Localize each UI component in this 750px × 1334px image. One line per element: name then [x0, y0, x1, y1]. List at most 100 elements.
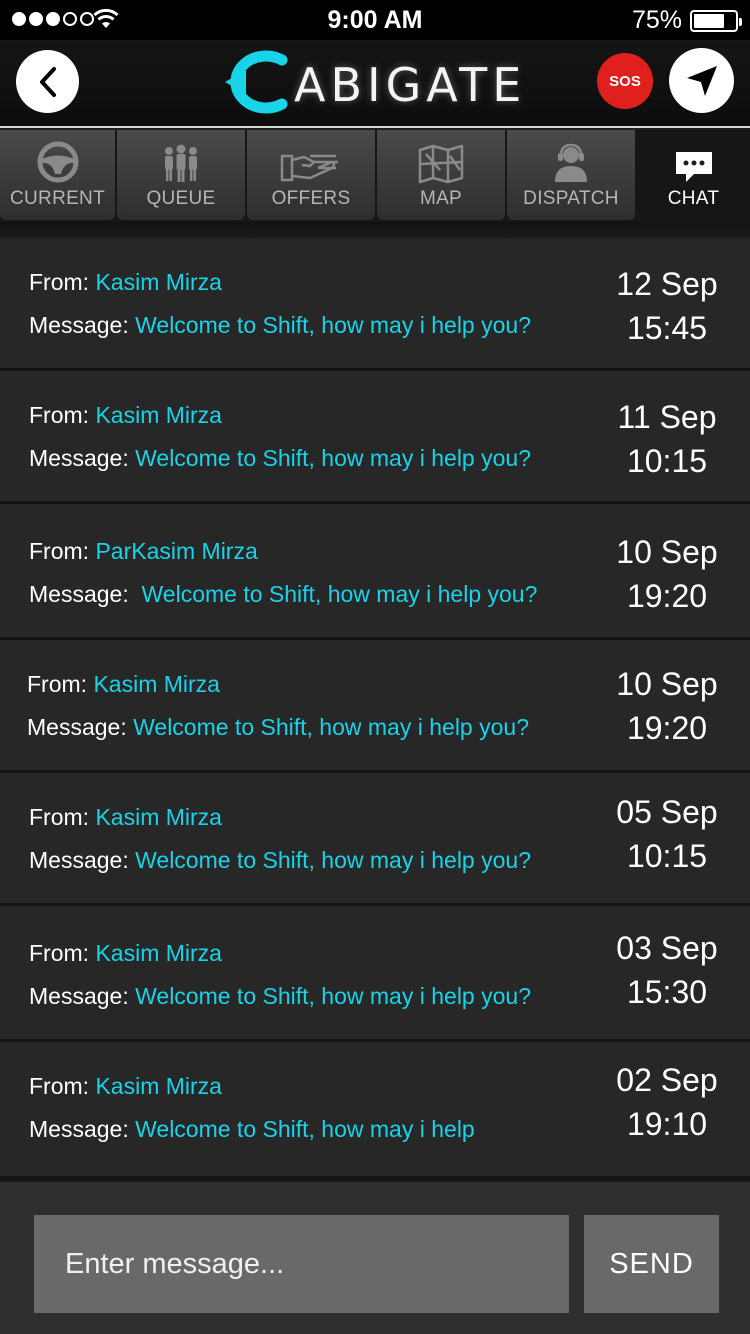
message-list: From: Kasim Mirza Message: Welcome to Sh…	[0, 238, 750, 1180]
message-date: 03 Sep	[616, 930, 718, 966]
tab-bar: CURRENT QUEUE OFFERS MAP DISPATCH CHAT	[0, 130, 750, 222]
message-label: Message:	[29, 581, 129, 607]
message-from: From: ParKasim Mirza	[29, 538, 258, 565]
app-header: ABIGATE SOS	[0, 40, 750, 128]
app-logo: ABIGATE	[222, 46, 526, 118]
from-label: From:	[29, 940, 90, 966]
message-composer: SEND	[0, 1176, 750, 1334]
tab-map[interactable]: MAP	[377, 130, 505, 220]
message-label: Message:	[29, 983, 129, 1009]
people-queue-icon	[165, 144, 197, 182]
tab-map-label: MAP	[419, 188, 463, 209]
message-label: Message:	[27, 714, 127, 740]
message-text: Message: Welcome to Shift, how may i hel…	[29, 983, 531, 1010]
sender-name: Kasim Mirza	[95, 402, 222, 428]
navigation-arrow-icon	[686, 65, 717, 96]
message-body: Welcome to Shift, how may i help you?	[135, 847, 531, 873]
message-text: Message: Welcome to Shift, how may i hel…	[29, 445, 531, 472]
message-datetime: 03 Sep 15:30	[612, 926, 722, 1014]
sender-name: Kasim Mirza	[95, 804, 222, 830]
message-from: From: Kasim Mirza	[29, 269, 222, 296]
dispatcher-headset-icon	[555, 143, 587, 182]
tab-chat[interactable]: CHAT	[637, 130, 750, 220]
message-date: 02 Sep	[616, 1062, 718, 1098]
chevron-left-icon	[39, 66, 56, 97]
send-button[interactable]: SEND	[584, 1215, 719, 1313]
back-button[interactable]	[16, 50, 79, 113]
message-row[interactable]: From: Kasim Mirza Message: Welcome to Sh…	[0, 640, 750, 773]
message-label: Message:	[29, 445, 129, 471]
from-label: From:	[29, 402, 90, 428]
sender-name: ParKasim Mirza	[95, 538, 258, 564]
message-row[interactable]: From: Kasim Mirza Message: Welcome to Sh…	[0, 1042, 750, 1180]
message-body: Welcome to Shift, how may i help you?	[135, 983, 531, 1009]
tab-dispatch[interactable]: DISPATCH	[507, 130, 635, 220]
message-text: Message: Welcome to Shift, how may i hel…	[27, 714, 529, 741]
message-body: Welcome to Shift, how may i help	[135, 1116, 475, 1142]
message-date: 12 Sep	[616, 266, 718, 302]
map-icon	[418, 144, 464, 184]
message-from: From: Kasim Mirza	[29, 940, 222, 967]
message-row[interactable]: From: ParKasim Mirza Message: Welcome to…	[0, 504, 750, 640]
chat-bubble-icon	[675, 152, 712, 182]
sender-name: Kasim Mirza	[95, 1073, 222, 1099]
message-time: 19:10	[626, 1106, 708, 1142]
from-label: From:	[27, 671, 88, 697]
message-from: From: Kasim Mirza	[27, 671, 220, 698]
message-row[interactable]: From: Kasim Mirza Message: Welcome to Sh…	[0, 238, 750, 371]
message-body: Welcome to Shift, how may i help you?	[135, 312, 531, 338]
tab-offers-label: OFFERS	[271, 188, 351, 209]
message-datetime: 10 Sep 19:20	[612, 530, 722, 618]
message-text: Message: Welcome to Shift, how may i hel…	[29, 581, 537, 608]
message-date: 11 Sep	[617, 399, 717, 435]
tab-offers[interactable]: OFFERS	[247, 130, 375, 220]
navigation-button[interactable]	[669, 48, 734, 113]
message-time: 10:15	[626, 838, 708, 874]
sender-name: Kasim Mirza	[93, 671, 220, 697]
tab-current-label: CURRENT	[10, 188, 105, 209]
message-time: 15:45	[626, 310, 708, 346]
message-datetime: 10 Sep 19:20	[612, 662, 722, 750]
message-from: From: Kasim Mirza	[29, 1073, 222, 1100]
message-label: Message:	[29, 847, 129, 873]
message-time: 19:20	[626, 578, 708, 614]
tab-chat-label: CHAT	[667, 188, 720, 209]
message-row[interactable]: From: Kasim Mirza Message: Welcome to Sh…	[0, 906, 750, 1042]
hand-offer-icon	[280, 154, 338, 182]
steering-wheel-icon	[37, 141, 78, 183]
status-bar: 9:00 AM 75%	[0, 0, 750, 40]
message-row[interactable]: From: Kasim Mirza Message: Welcome to Sh…	[0, 773, 750, 906]
logo-c-mark-icon	[225, 50, 288, 114]
message-text: Message: Welcome to Shift, how may i hel…	[29, 312, 531, 339]
battery-percentage: 75%	[631, 6, 682, 34]
tab-current[interactable]: CURRENT	[0, 130, 115, 220]
message-label: Message:	[29, 312, 129, 338]
message-text: Message: Welcome to Shift, how may i hel…	[29, 847, 531, 874]
sender-name: Kasim Mirza	[95, 269, 222, 295]
message-datetime: 11 Sep 10:15	[612, 395, 722, 483]
message-row[interactable]: From: Kasim Mirza Message: Welcome to Sh…	[0, 371, 750, 504]
from-label: From:	[29, 804, 90, 830]
battery-icon	[690, 10, 742, 32]
sos-label: SOS	[609, 72, 641, 90]
message-date: 10 Sep	[616, 666, 718, 702]
message-from: From: Kasim Mirza	[29, 804, 222, 831]
logo-text: ABIGATE	[294, 58, 527, 112]
sos-button[interactable]: SOS	[597, 53, 653, 109]
from-label: From:	[29, 538, 90, 564]
message-input[interactable]	[34, 1215, 569, 1313]
message-datetime: 02 Sep 19:10	[612, 1058, 722, 1146]
message-text: Message: Welcome to Shift, how may i hel…	[29, 1116, 475, 1143]
message-body: Welcome to Shift, how may i help you?	[141, 581, 538, 607]
message-datetime: 12 Sep 15:45	[612, 262, 722, 350]
message-body: Welcome to Shift, how may i help you?	[135, 445, 531, 471]
message-datetime: 05 Sep 10:15	[612, 790, 722, 878]
message-body: Welcome to Shift, how may i help you?	[133, 714, 529, 740]
message-date: 05 Sep	[616, 794, 718, 830]
message-from: From: Kasim Mirza	[29, 402, 222, 429]
from-label: From:	[29, 1073, 90, 1099]
message-time: 15:30	[626, 974, 708, 1010]
message-time: 19:20	[626, 710, 708, 746]
tab-queue-label: QUEUE	[146, 188, 216, 209]
tab-queue[interactable]: QUEUE	[117, 130, 245, 220]
